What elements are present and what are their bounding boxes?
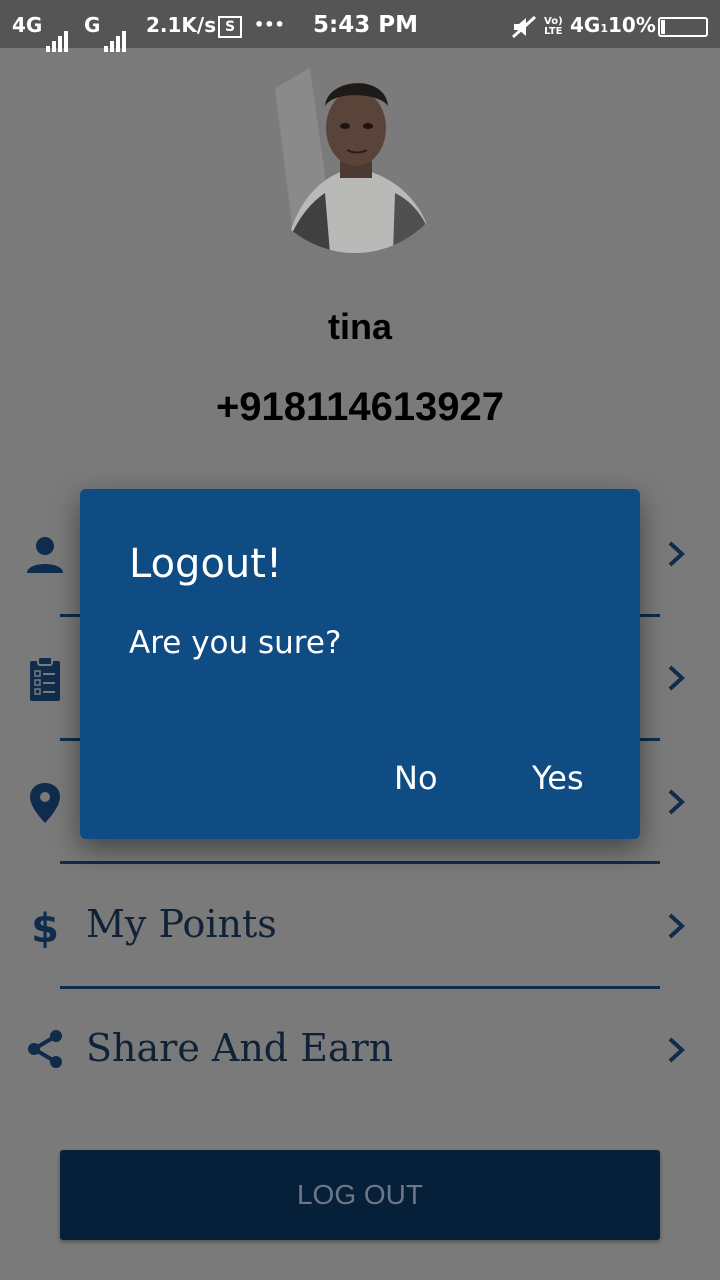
avatar[interactable] — [255, 48, 455, 253]
chevron-right-icon — [668, 541, 685, 567]
network-indicator-2: G — [84, 0, 128, 52]
network-indicator-3: 4G1 — [570, 13, 608, 37]
yes-button[interactable]: Yes — [532, 753, 584, 803]
location-pin-icon — [30, 783, 60, 823]
menu-item-share-and-earn[interactable]: Share And Earn — [0, 989, 720, 1113]
network-speed: 2.1K/s — [146, 13, 217, 37]
clock: 5:43 PM — [313, 12, 418, 38]
network-indicator-1: 4G — [12, 0, 70, 52]
chevron-right-icon — [668, 913, 685, 939]
profile-name: tina — [327, 306, 392, 347]
mute-icon — [511, 0, 537, 48]
volte-icon: Vo) LTE — [544, 15, 563, 37]
chevron-right-icon — [668, 789, 685, 815]
dollar-icon: $ — [31, 906, 59, 948]
network-type-label: G — [84, 13, 101, 37]
menu-item-label: Share And Earn — [86, 1026, 394, 1070]
logout-button[interactable]: LOG OUT — [60, 1150, 660, 1240]
signal-bars-icon — [104, 2, 128, 52]
battery-percent: 10% — [608, 13, 656, 37]
no-button[interactable]: No — [394, 753, 438, 803]
signal-bars-icon — [46, 2, 70, 52]
chevron-right-icon — [668, 665, 685, 691]
dialog-message: Are you sure? — [129, 625, 342, 661]
screenshot-icon: S — [218, 0, 242, 48]
chevron-right-icon — [668, 1037, 685, 1063]
battery-level — [661, 19, 665, 34]
menu-item-label: My Points — [86, 902, 277, 946]
menu-item-my-points[interactable]: $ My Points — [0, 864, 720, 988]
clipboard-list-icon — [30, 656, 60, 701]
logout-dialog: Logout! Are you sure? No Yes — [80, 489, 640, 839]
svg-text:$: $ — [31, 906, 59, 948]
more-notifications-icon: ••• — [254, 15, 285, 34]
share-icon — [28, 1030, 62, 1068]
avatar-photo — [255, 48, 455, 253]
profile-phone: +918114613927 — [215, 385, 505, 429]
battery-icon — [658, 0, 708, 48]
dialog-title: Logout! — [129, 541, 282, 587]
person-icon — [27, 537, 63, 573]
status-bar: 4G G 2.1K/s S ••• 5:43 PM Vo) LTE 4G1 10% — [0, 0, 720, 52]
network-type-label: 4G — [12, 13, 43, 37]
